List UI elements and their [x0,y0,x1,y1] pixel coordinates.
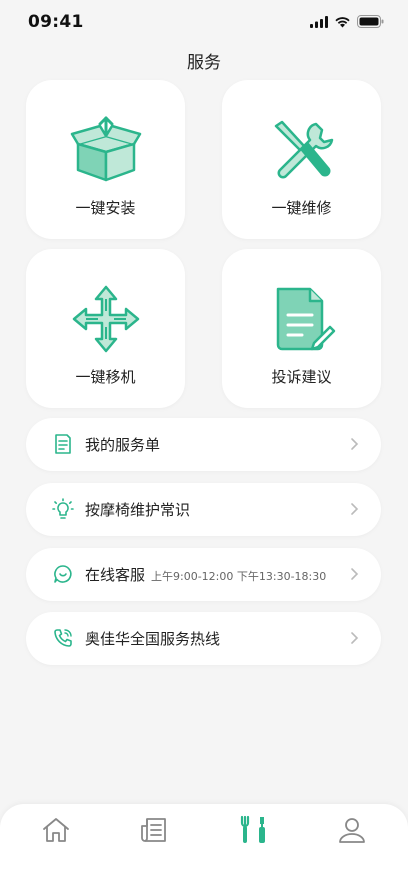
wifi-icon [335,16,350,27]
tools-icon[interactable] [238,814,270,846]
lightbulb-icon [52,498,74,519]
status-icons [310,15,384,28]
phone-icon [54,629,72,647]
chat-icon [54,565,72,583]
row-hotline-label: 奥佳华全国服务热线 [85,630,221,648]
service-hours: 上午9:00-12:00 下午13:30-18:30 [151,570,327,583]
card-move-label: 一键移机 [75,368,136,386]
order-list-icon [55,434,71,454]
row-my-orders[interactable]: 我的服务单 [26,418,381,471]
card-move[interactable]: 一键移机 [26,249,185,408]
card-complaint-label: 投诉建议 [271,368,332,386]
card-install[interactable]: 一键安装 [26,80,185,239]
chevron-right-icon [351,568,359,580]
status-bar: 09:41 [0,0,408,44]
page-title: 服务 [187,53,221,73]
chevron-right-icon [351,632,359,644]
tools-repair-icon [274,120,334,179]
battery-icon [357,15,384,28]
card-repair[interactable]: 一键维修 [222,80,381,239]
row-hotline[interactable]: 奥佳华全国服务热线 [26,612,381,665]
row-my-orders-label: 我的服务单 [85,436,161,454]
document-edit-icon [276,287,336,351]
chevron-right-icon [351,438,359,450]
newspaper-icon[interactable] [138,814,170,846]
row-online-service-label: 在线客服 上午9:00-12:00 下午13:30-18:30 [85,566,327,584]
home-icon[interactable] [40,814,72,846]
signal-icon [310,15,328,28]
card-repair-label: 一键维修 [271,199,332,217]
box-install-icon [70,116,142,182]
card-complaint[interactable]: 投诉建议 [222,249,381,408]
bottom-tab-bar [0,804,408,883]
chevron-right-icon [351,503,359,515]
status-time: 09:41 [28,12,84,32]
user-icon[interactable] [336,814,368,846]
row-maintenance-tips[interactable]: 按摩椅维护常识 [26,483,381,536]
row-online-service[interactable]: 在线客服 上午9:00-12:00 下午13:30-18:30 [26,548,381,601]
card-install-label: 一键安装 [75,199,136,217]
row-maintenance-tips-label: 按摩椅维护常识 [85,501,191,519]
move-arrows-icon [72,285,140,353]
